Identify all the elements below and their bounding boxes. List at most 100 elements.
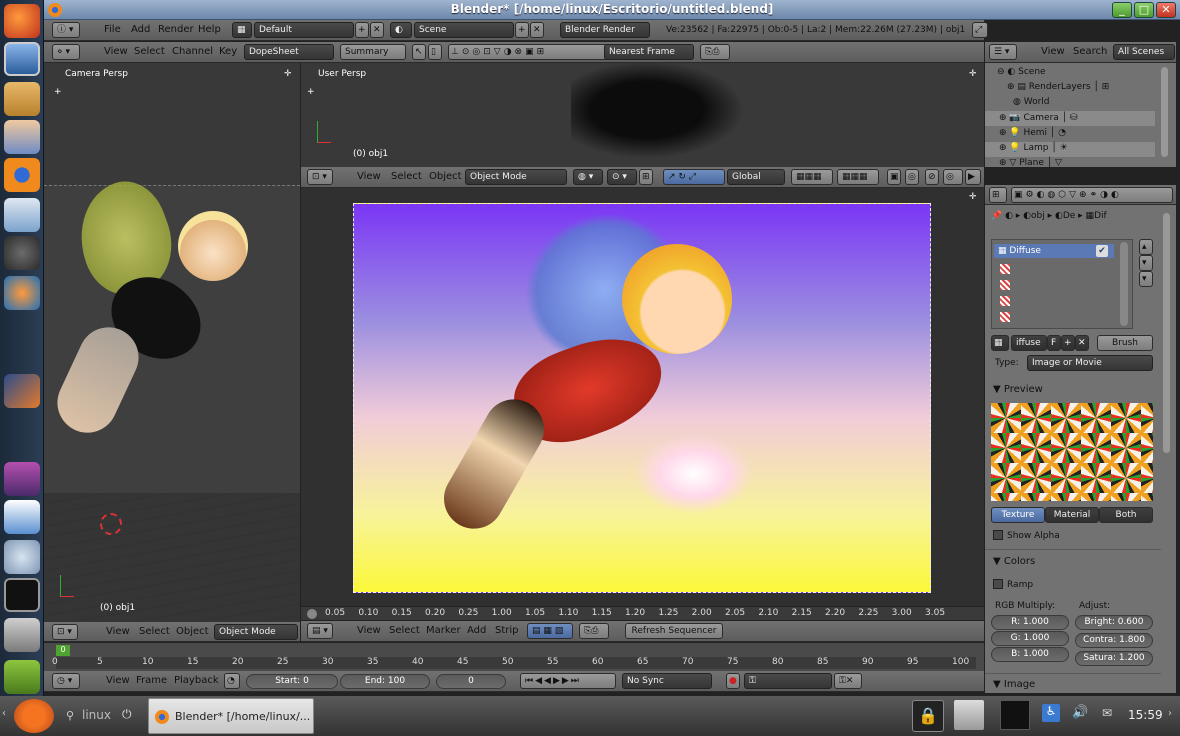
empty-slot-icon[interactable] (1000, 280, 1010, 290)
g-multiply-field[interactable]: G: 1.000 (991, 631, 1069, 646)
outliner-tree[interactable]: ⊖ ◐ Scene ⊕ ▤ RenderLayers │ ⊞ ◍ World ⊕… (985, 63, 1176, 168)
layout-icon[interactable]: ▦ (232, 22, 252, 38)
taskbar-right-arrow[interactable]: › (1168, 708, 1172, 719)
render-corner-icon[interactable]: ✛ (969, 192, 977, 202)
render-engine-select[interactable]: Blender Render (560, 22, 650, 38)
filter-toggles[interactable]: ⊥⊙◎⊡▽◑⊗▣⊞ (448, 44, 608, 60)
add-scene-button[interactable]: + (515, 22, 529, 38)
properties-context-tabs[interactable]: ▣⚙◐◍⬡▽⊕⚭◑◐ (1011, 187, 1173, 203)
filter-icon[interactable]: ↖ (412, 44, 426, 60)
copy-paste-strips[interactable]: ⎘⎙ (579, 623, 609, 639)
pivot-select[interactable]: ⊙ ▾ (607, 169, 637, 185)
view3d-menu-view[interactable]: View (357, 167, 381, 187)
tl-menu-frame[interactable]: Frame (136, 671, 167, 691)
layers-2[interactable]: ▦▦▦ (837, 169, 879, 185)
render-viewport[interactable]: ✛ (301, 187, 984, 606)
contrast-field[interactable]: Contra: 1.800 (1075, 633, 1153, 648)
menu-select[interactable]: Select (134, 42, 165, 62)
snap-element-select[interactable]: ◎ (943, 169, 963, 185)
mail-icon[interactable]: ✉ (1102, 706, 1112, 720)
b-multiply-field[interactable]: B: 1.000 (991, 647, 1069, 662)
show-desktop-icon[interactable] (954, 700, 984, 730)
shading-select[interactable]: ◍ ▾ (573, 169, 603, 185)
outliner-item-scene[interactable]: ⊖ ◐ Scene (997, 67, 1046, 77)
timeline-editor-type[interactable]: ◷ ▾ (52, 673, 80, 689)
outliner-item-camera[interactable]: ⊕ 📷 Camera │ ⛁ (999, 113, 1077, 123)
breadcrumb-de[interactable]: De (1063, 211, 1075, 221)
screen-layout-select[interactable]: Default (254, 22, 354, 38)
brush-button[interactable]: Brush (1097, 335, 1153, 351)
tl-menu-view[interactable]: View (106, 671, 130, 691)
remove-screen-button[interactable]: ✕ (370, 22, 384, 38)
slot-move-up[interactable]: ▴ (1139, 239, 1153, 255)
blender-icon[interactable] (4, 158, 40, 192)
texture-browse-icon[interactable]: ▦ (991, 335, 1009, 351)
volume-icon[interactable]: 🔊 (1072, 705, 1088, 720)
ubuntu-menu-icon[interactable] (14, 699, 54, 733)
menu-render[interactable]: Render (158, 20, 194, 40)
menu-file[interactable]: File (104, 20, 121, 40)
left-menu-select[interactable]: Select (139, 622, 170, 642)
lock-screen-icon[interactable]: 🔒 (912, 700, 944, 732)
menu-view[interactable]: View (104, 42, 128, 62)
fullscreen-icon[interactable]: ⤢ (972, 22, 988, 38)
texture-name-field[interactable]: iffuse (1011, 335, 1047, 351)
orientation-select[interactable]: Global (727, 169, 785, 185)
tl-menu-playback[interactable]: Playback (174, 671, 219, 691)
playback-controls[interactable]: ⏮◀◀▶▶⏭ (520, 673, 616, 689)
left-menu-object[interactable]: Object (176, 622, 209, 642)
summary-toggle[interactable]: Summary (340, 44, 406, 60)
outliner-item-lamp[interactable]: ⊕ 💡 Lamp │ ☀ (999, 143, 1068, 153)
paint-icon[interactable] (4, 198, 40, 232)
terminal-icon[interactable] (4, 578, 40, 612)
seq-menu-marker[interactable]: Marker (426, 621, 461, 641)
sequencer-ruler[interactable]: 0.05 0.10 0.15 0.20 0.25 1.00 1.05 1.10 1.15 1.20… (301, 606, 984, 620)
add-screen-button[interactable]: + (355, 22, 369, 38)
seq-menu-view[interactable]: View (357, 621, 381, 641)
copy-paste-keys[interactable]: ⎘⎙ (700, 44, 730, 60)
colors-panel-header[interactable]: ▼ Colors (993, 556, 1035, 567)
preview-panel-header[interactable]: ▼ Preview (993, 384, 1043, 395)
outliner-menu-search[interactable]: Search (1073, 42, 1107, 62)
scene-icon[interactable]: ◐ (390, 22, 412, 38)
seq-menu-add[interactable]: Add (467, 621, 486, 641)
taskbar-left-arrow[interactable]: ‹ (2, 708, 6, 719)
view3d-mode-select[interactable]: Object Mode (465, 169, 567, 185)
dopesheet-mode-select[interactable]: DopeSheet (244, 44, 334, 60)
maximize-button[interactable]: □ (1134, 2, 1154, 18)
seq-menu-select[interactable]: Select (389, 621, 420, 641)
image-panel-header[interactable]: ▼ Image (993, 679, 1035, 690)
empty-slot-icon[interactable] (1000, 296, 1010, 306)
home-folder-icon[interactable] (4, 82, 40, 116)
proportional-icon[interactable]: ◎ (905, 169, 919, 185)
search-icon[interactable]: ⚲ (66, 709, 74, 722)
brightness-field[interactable]: Bright: 0.600 (1075, 615, 1153, 630)
view3d-menu-select[interactable]: Select (391, 167, 422, 187)
render-camera-icon[interactable]: ▶ (965, 169, 981, 185)
preview-tab-both[interactable]: Both (1099, 507, 1153, 523)
texture-slot-list[interactable]: ▦ Diffuse ✔ (991, 239, 1133, 329)
desktop-icon[interactable] (4, 42, 40, 76)
menu-help[interactable]: Help (198, 20, 221, 40)
users-icon[interactable] (4, 120, 40, 154)
view3d-editor-type[interactable]: ⊡ ▾ (307, 169, 333, 185)
breadcrumb-dif[interactable]: Dif (1094, 211, 1107, 221)
sequencer-scroll-handle[interactable] (307, 609, 317, 619)
show-alpha-checkbox[interactable] (993, 530, 1003, 540)
user-persp-viewport[interactable]: User Persp + (0) obj1 ✛ (301, 63, 984, 167)
user-corner-icon[interactable]: ✛ (969, 69, 977, 79)
snap-select[interactable]: Nearest Frame (604, 44, 694, 60)
lock-icon[interactable]: ▯ (428, 44, 442, 60)
breadcrumb-obj[interactable]: obj (1031, 211, 1045, 221)
outliner-filter-select[interactable]: All Scenes (1113, 44, 1175, 60)
slot-enabled-checkbox[interactable]: ✔ (1096, 245, 1108, 257)
refresh-sequencer-button[interactable]: Refresh Sequencer (625, 623, 723, 639)
editor-type-button[interactable]: ⓘ ▾ (52, 22, 80, 38)
menu-channel[interactable]: Channel (172, 42, 213, 62)
slot-list-scrollbar[interactable] (1120, 242, 1128, 326)
outliner-item-plane[interactable]: ⊕ ▽ Plane │ ▽ (999, 158, 1062, 168)
texture-slot-0[interactable]: ▦ Diffuse (998, 246, 1041, 256)
close-button[interactable]: ✕ (1156, 2, 1176, 18)
fake-user-button[interactable]: F (1047, 335, 1061, 351)
dopesheet-editor-type[interactable]: ⋄ ▾ (52, 44, 80, 60)
